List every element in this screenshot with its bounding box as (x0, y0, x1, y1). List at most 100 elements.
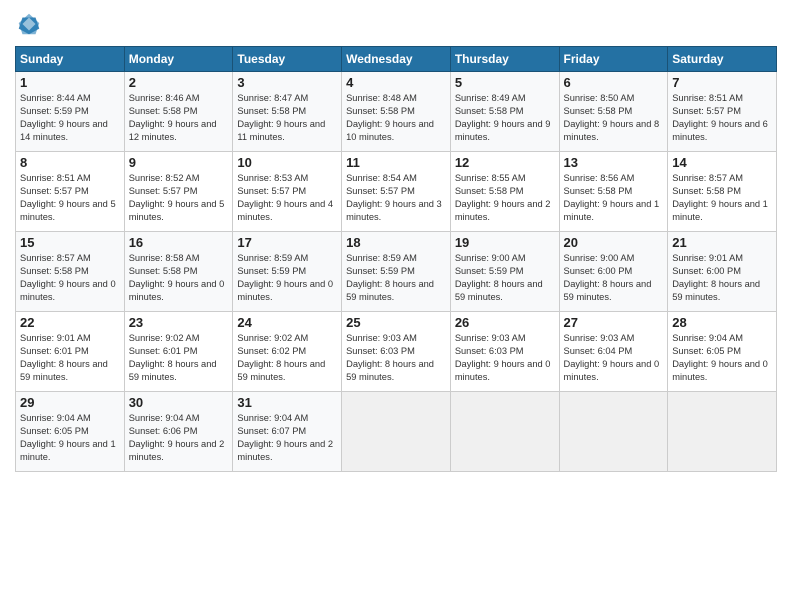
calendar-week-row: 22 Sunrise: 9:01 AM Sunset: 6:01 PM Dayl… (16, 312, 777, 392)
day-number: 22 (20, 315, 120, 330)
day-number: 2 (129, 75, 229, 90)
calendar-cell: 5 Sunrise: 8:49 AM Sunset: 5:58 PM Dayli… (450, 72, 559, 152)
calendar-cell: 13 Sunrise: 8:56 AM Sunset: 5:58 PM Dayl… (559, 152, 668, 232)
calendar-cell: 10 Sunrise: 8:53 AM Sunset: 5:57 PM Dayl… (233, 152, 342, 232)
day-number: 10 (237, 155, 337, 170)
day-number: 30 (129, 395, 229, 410)
day-info: Sunrise: 8:50 AM Sunset: 5:58 PM Dayligh… (564, 92, 664, 144)
calendar-cell: 27 Sunrise: 9:03 AM Sunset: 6:04 PM Dayl… (559, 312, 668, 392)
calendar-cell: 26 Sunrise: 9:03 AM Sunset: 6:03 PM Dayl… (450, 312, 559, 392)
day-info: Sunrise: 9:00 AM Sunset: 6:00 PM Dayligh… (564, 252, 664, 304)
calendar-cell (559, 392, 668, 472)
day-info: Sunrise: 8:49 AM Sunset: 5:58 PM Dayligh… (455, 92, 555, 144)
header-sunday: Sunday (16, 47, 125, 72)
calendar-cell: 17 Sunrise: 8:59 AM Sunset: 5:59 PM Dayl… (233, 232, 342, 312)
calendar-table: Sunday Monday Tuesday Wednesday Thursday… (15, 46, 777, 472)
day-number: 16 (129, 235, 229, 250)
header-friday: Friday (559, 47, 668, 72)
calendar-cell: 31 Sunrise: 9:04 AM Sunset: 6:07 PM Dayl… (233, 392, 342, 472)
logo-icon (15, 10, 43, 38)
calendar-cell: 3 Sunrise: 8:47 AM Sunset: 5:58 PM Dayli… (233, 72, 342, 152)
day-number: 18 (346, 235, 446, 250)
day-number: 4 (346, 75, 446, 90)
day-info: Sunrise: 8:53 AM Sunset: 5:57 PM Dayligh… (237, 172, 337, 224)
day-number: 29 (20, 395, 120, 410)
calendar-cell: 22 Sunrise: 9:01 AM Sunset: 6:01 PM Dayl… (16, 312, 125, 392)
header (15, 10, 777, 38)
day-info: Sunrise: 9:03 AM Sunset: 6:04 PM Dayligh… (564, 332, 664, 384)
day-number: 31 (237, 395, 337, 410)
header-monday: Monday (124, 47, 233, 72)
day-number: 11 (346, 155, 446, 170)
day-number: 23 (129, 315, 229, 330)
day-number: 12 (455, 155, 555, 170)
day-number: 26 (455, 315, 555, 330)
day-info: Sunrise: 9:03 AM Sunset: 6:03 PM Dayligh… (455, 332, 555, 384)
day-info: Sunrise: 8:46 AM Sunset: 5:58 PM Dayligh… (129, 92, 229, 144)
day-number: 8 (20, 155, 120, 170)
day-info: Sunrise: 9:01 AM Sunset: 6:00 PM Dayligh… (672, 252, 772, 304)
day-number: 14 (672, 155, 772, 170)
calendar-cell: 16 Sunrise: 8:58 AM Sunset: 5:58 PM Dayl… (124, 232, 233, 312)
calendar-container: Sunday Monday Tuesday Wednesday Thursday… (0, 0, 792, 482)
calendar-week-row: 15 Sunrise: 8:57 AM Sunset: 5:58 PM Dayl… (16, 232, 777, 312)
calendar-cell: 8 Sunrise: 8:51 AM Sunset: 5:57 PM Dayli… (16, 152, 125, 232)
day-number: 27 (564, 315, 664, 330)
day-number: 9 (129, 155, 229, 170)
header-thursday: Thursday (450, 47, 559, 72)
day-number: 5 (455, 75, 555, 90)
day-info: Sunrise: 8:56 AM Sunset: 5:58 PM Dayligh… (564, 172, 664, 224)
day-number: 25 (346, 315, 446, 330)
calendar-cell: 9 Sunrise: 8:52 AM Sunset: 5:57 PM Dayli… (124, 152, 233, 232)
day-number: 6 (564, 75, 664, 90)
day-number: 28 (672, 315, 772, 330)
calendar-cell: 11 Sunrise: 8:54 AM Sunset: 5:57 PM Dayl… (342, 152, 451, 232)
calendar-cell: 1 Sunrise: 8:44 AM Sunset: 5:59 PM Dayli… (16, 72, 125, 152)
day-number: 15 (20, 235, 120, 250)
calendar-cell (668, 392, 777, 472)
calendar-cell: 12 Sunrise: 8:55 AM Sunset: 5:58 PM Dayl… (450, 152, 559, 232)
calendar-week-row: 1 Sunrise: 8:44 AM Sunset: 5:59 PM Dayli… (16, 72, 777, 152)
day-number: 13 (564, 155, 664, 170)
calendar-week-row: 8 Sunrise: 8:51 AM Sunset: 5:57 PM Dayli… (16, 152, 777, 232)
calendar-cell: 14 Sunrise: 8:57 AM Sunset: 5:58 PM Dayl… (668, 152, 777, 232)
calendar-week-row: 29 Sunrise: 9:04 AM Sunset: 6:05 PM Dayl… (16, 392, 777, 472)
day-number: 17 (237, 235, 337, 250)
day-info: Sunrise: 8:59 AM Sunset: 5:59 PM Dayligh… (346, 252, 446, 304)
day-info: Sunrise: 9:03 AM Sunset: 6:03 PM Dayligh… (346, 332, 446, 384)
calendar-cell: 28 Sunrise: 9:04 AM Sunset: 6:05 PM Dayl… (668, 312, 777, 392)
header-saturday: Saturday (668, 47, 777, 72)
day-info: Sunrise: 8:51 AM Sunset: 5:57 PM Dayligh… (20, 172, 120, 224)
day-info: Sunrise: 8:57 AM Sunset: 5:58 PM Dayligh… (672, 172, 772, 224)
calendar-cell: 18 Sunrise: 8:59 AM Sunset: 5:59 PM Dayl… (342, 232, 451, 312)
calendar-cell: 25 Sunrise: 9:03 AM Sunset: 6:03 PM Dayl… (342, 312, 451, 392)
day-info: Sunrise: 8:48 AM Sunset: 5:58 PM Dayligh… (346, 92, 446, 144)
day-info: Sunrise: 9:01 AM Sunset: 6:01 PM Dayligh… (20, 332, 120, 384)
day-info: Sunrise: 8:51 AM Sunset: 5:57 PM Dayligh… (672, 92, 772, 144)
day-info: Sunrise: 9:02 AM Sunset: 6:01 PM Dayligh… (129, 332, 229, 384)
calendar-cell: 2 Sunrise: 8:46 AM Sunset: 5:58 PM Dayli… (124, 72, 233, 152)
header-tuesday: Tuesday (233, 47, 342, 72)
day-info: Sunrise: 9:04 AM Sunset: 6:05 PM Dayligh… (20, 412, 120, 464)
calendar-cell: 4 Sunrise: 8:48 AM Sunset: 5:58 PM Dayli… (342, 72, 451, 152)
calendar-cell: 21 Sunrise: 9:01 AM Sunset: 6:00 PM Dayl… (668, 232, 777, 312)
header-wednesday: Wednesday (342, 47, 451, 72)
calendar-cell: 7 Sunrise: 8:51 AM Sunset: 5:57 PM Dayli… (668, 72, 777, 152)
calendar-cell: 30 Sunrise: 9:04 AM Sunset: 6:06 PM Dayl… (124, 392, 233, 472)
day-info: Sunrise: 9:04 AM Sunset: 6:06 PM Dayligh… (129, 412, 229, 464)
calendar-cell: 15 Sunrise: 8:57 AM Sunset: 5:58 PM Dayl… (16, 232, 125, 312)
day-number: 24 (237, 315, 337, 330)
day-info: Sunrise: 8:55 AM Sunset: 5:58 PM Dayligh… (455, 172, 555, 224)
day-info: Sunrise: 8:57 AM Sunset: 5:58 PM Dayligh… (20, 252, 120, 304)
calendar-cell: 23 Sunrise: 9:02 AM Sunset: 6:01 PM Dayl… (124, 312, 233, 392)
day-number: 1 (20, 75, 120, 90)
calendar-cell: 6 Sunrise: 8:50 AM Sunset: 5:58 PM Dayli… (559, 72, 668, 152)
day-info: Sunrise: 8:44 AM Sunset: 5:59 PM Dayligh… (20, 92, 120, 144)
calendar-cell: 29 Sunrise: 9:04 AM Sunset: 6:05 PM Dayl… (16, 392, 125, 472)
day-number: 21 (672, 235, 772, 250)
calendar-cell (342, 392, 451, 472)
logo (15, 10, 45, 38)
day-info: Sunrise: 9:04 AM Sunset: 6:07 PM Dayligh… (237, 412, 337, 464)
day-info: Sunrise: 8:47 AM Sunset: 5:58 PM Dayligh… (237, 92, 337, 144)
day-info: Sunrise: 8:54 AM Sunset: 5:57 PM Dayligh… (346, 172, 446, 224)
